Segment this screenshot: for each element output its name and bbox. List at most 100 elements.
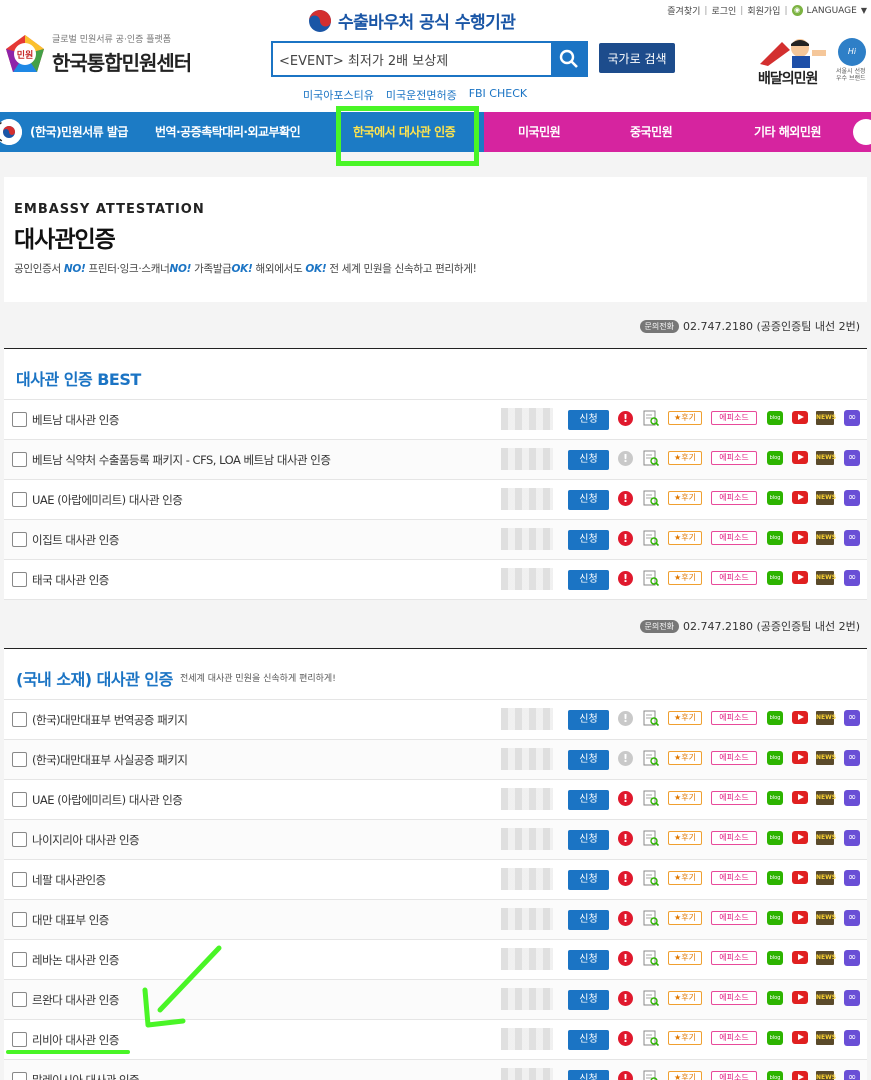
item-label[interactable]: 이집트 대사관 인증 — [32, 532, 119, 548]
item-checkbox[interactable] — [12, 912, 27, 927]
link-icon[interactable]: ∞ — [844, 490, 860, 506]
item-checkbox[interactable] — [12, 872, 27, 887]
document-search-icon[interactable] — [643, 950, 659, 967]
nav-translation-notary[interactable]: 번역·공증촉탁대리·외교부확인 — [155, 112, 301, 152]
link-icon[interactable]: ∞ — [844, 410, 860, 426]
item-label[interactable]: 나이지리아 대사관 인증 — [32, 832, 140, 848]
item-checkbox[interactable] — [12, 1072, 27, 1080]
news-icon[interactable]: NEWS — [816, 871, 836, 885]
apply-button[interactable]: 신청 — [568, 1030, 609, 1050]
item-label[interactable]: (한국)대만대표부 사실공증 패키지 — [32, 752, 188, 768]
episode-button[interactable]: 에피소드 — [711, 991, 757, 1005]
review-button[interactable]: ★후기 — [668, 1031, 702, 1045]
apply-button[interactable]: 신청 — [568, 570, 609, 590]
youtube-icon[interactable] — [792, 1031, 808, 1044]
item-checkbox[interactable] — [12, 452, 27, 467]
quick-link-us-license[interactable]: 미국운전면허증 — [386, 87, 457, 103]
episode-button[interactable]: 에피소드 — [711, 911, 757, 925]
news-icon[interactable]: NEWS — [816, 1031, 836, 1045]
alert-icon[interactable]: ! — [618, 791, 633, 806]
alert-icon[interactable]: ! — [618, 831, 633, 846]
item-checkbox[interactable] — [12, 572, 27, 587]
apply-button[interactable]: 신청 — [568, 990, 609, 1010]
link-icon[interactable]: ∞ — [844, 950, 860, 966]
review-button[interactable]: ★후기 — [668, 1071, 702, 1080]
document-search-icon[interactable] — [643, 1030, 659, 1047]
nav-scroll-right-button[interactable] — [853, 119, 871, 145]
review-button[interactable]: ★후기 — [668, 451, 702, 465]
news-icon[interactable]: NEWS — [816, 951, 836, 965]
blog-icon[interactable]: blog — [767, 831, 783, 845]
quick-link-us-apostille[interactable]: 미국아포스티유 — [303, 87, 374, 103]
review-button[interactable]: ★후기 — [668, 951, 702, 965]
item-checkbox[interactable] — [12, 532, 27, 547]
alert-icon[interactable]: ! — [618, 751, 633, 766]
alert-icon[interactable]: ! — [618, 951, 633, 966]
episode-button[interactable]: 에피소드 — [711, 1071, 757, 1080]
review-button[interactable]: ★후기 — [668, 911, 702, 925]
item-checkbox[interactable] — [12, 412, 27, 427]
document-search-icon[interactable] — [643, 790, 659, 807]
item-checkbox[interactable] — [12, 992, 27, 1007]
blog-icon[interactable]: blog — [767, 1031, 783, 1045]
apply-button[interactable]: 신청 — [568, 950, 609, 970]
blog-icon[interactable]: blog — [767, 911, 783, 925]
alert-icon[interactable]: ! — [618, 411, 633, 426]
apply-button[interactable]: 신청 — [568, 450, 609, 470]
blog-icon[interactable]: blog — [767, 531, 783, 545]
apply-button[interactable]: 신청 — [568, 790, 609, 810]
document-search-icon[interactable] — [643, 410, 659, 427]
document-search-icon[interactable] — [643, 1070, 659, 1080]
blog-icon[interactable]: blog — [767, 951, 783, 965]
item-checkbox[interactable] — [12, 792, 27, 807]
review-button[interactable]: ★후기 — [668, 871, 702, 885]
link-icon[interactable]: ∞ — [844, 1030, 860, 1046]
login-link[interactable]: 로그인 — [711, 4, 736, 17]
alert-icon[interactable]: ! — [618, 991, 633, 1006]
blog-icon[interactable]: blog — [767, 451, 783, 465]
review-button[interactable]: ★후기 — [668, 991, 702, 1005]
apply-button[interactable]: 신청 — [568, 910, 609, 930]
news-icon[interactable]: NEWS — [816, 751, 836, 765]
alert-icon[interactable]: ! — [618, 711, 633, 726]
review-button[interactable]: ★후기 — [668, 571, 702, 585]
news-icon[interactable]: NEWS — [816, 791, 836, 805]
nav-korea-documents[interactable]: (한국)민원서류 발급 — [30, 112, 128, 152]
youtube-icon[interactable] — [792, 411, 808, 424]
review-button[interactable]: ★후기 — [668, 411, 702, 425]
alert-icon[interactable]: ! — [618, 571, 633, 586]
youtube-icon[interactable] — [792, 571, 808, 584]
episode-button[interactable]: 에피소드 — [711, 951, 757, 965]
item-checkbox[interactable] — [12, 832, 27, 847]
baedal-banner[interactable]: 배달의민원 Hi Seoul 서울시 선정 우수 브랜드 — [756, 36, 868, 90]
episode-button[interactable]: 에피소드 — [711, 791, 757, 805]
episode-button[interactable]: 에피소드 — [711, 871, 757, 885]
item-label[interactable]: 태국 대사관 인증 — [32, 572, 109, 588]
blog-icon[interactable]: blog — [767, 1071, 783, 1080]
youtube-icon[interactable] — [792, 951, 808, 964]
youtube-icon[interactable] — [792, 531, 808, 544]
link-icon[interactable]: ∞ — [844, 750, 860, 766]
item-checkbox[interactable] — [12, 492, 27, 507]
link-icon[interactable]: ∞ — [844, 990, 860, 1006]
blog-icon[interactable]: blog — [767, 791, 783, 805]
review-button[interactable]: ★후기 — [668, 831, 702, 845]
news-icon[interactable]: NEWS — [816, 711, 836, 725]
news-icon[interactable]: NEWS — [816, 451, 836, 465]
alert-icon[interactable]: ! — [618, 451, 633, 466]
apply-button[interactable]: 신청 — [568, 830, 609, 850]
globe-icon[interactable]: ◉ — [791, 5, 803, 16]
link-icon[interactable]: ∞ — [844, 910, 860, 926]
review-button[interactable]: ★후기 — [668, 711, 702, 725]
link-icon[interactable]: ∞ — [844, 870, 860, 886]
link-icon[interactable]: ∞ — [844, 830, 860, 846]
youtube-icon[interactable] — [792, 911, 808, 924]
episode-button[interactable]: 에피소드 — [711, 751, 757, 765]
document-search-icon[interactable] — [643, 990, 659, 1007]
document-search-icon[interactable] — [643, 450, 659, 467]
document-search-icon[interactable] — [643, 750, 659, 767]
search-input[interactable] — [279, 49, 549, 69]
item-label[interactable]: UAE (아랍에미리트) 대사관 인증 — [32, 492, 183, 508]
youtube-icon[interactable] — [792, 1071, 808, 1080]
favorites-link[interactable]: 즐겨찾기 — [667, 4, 700, 17]
